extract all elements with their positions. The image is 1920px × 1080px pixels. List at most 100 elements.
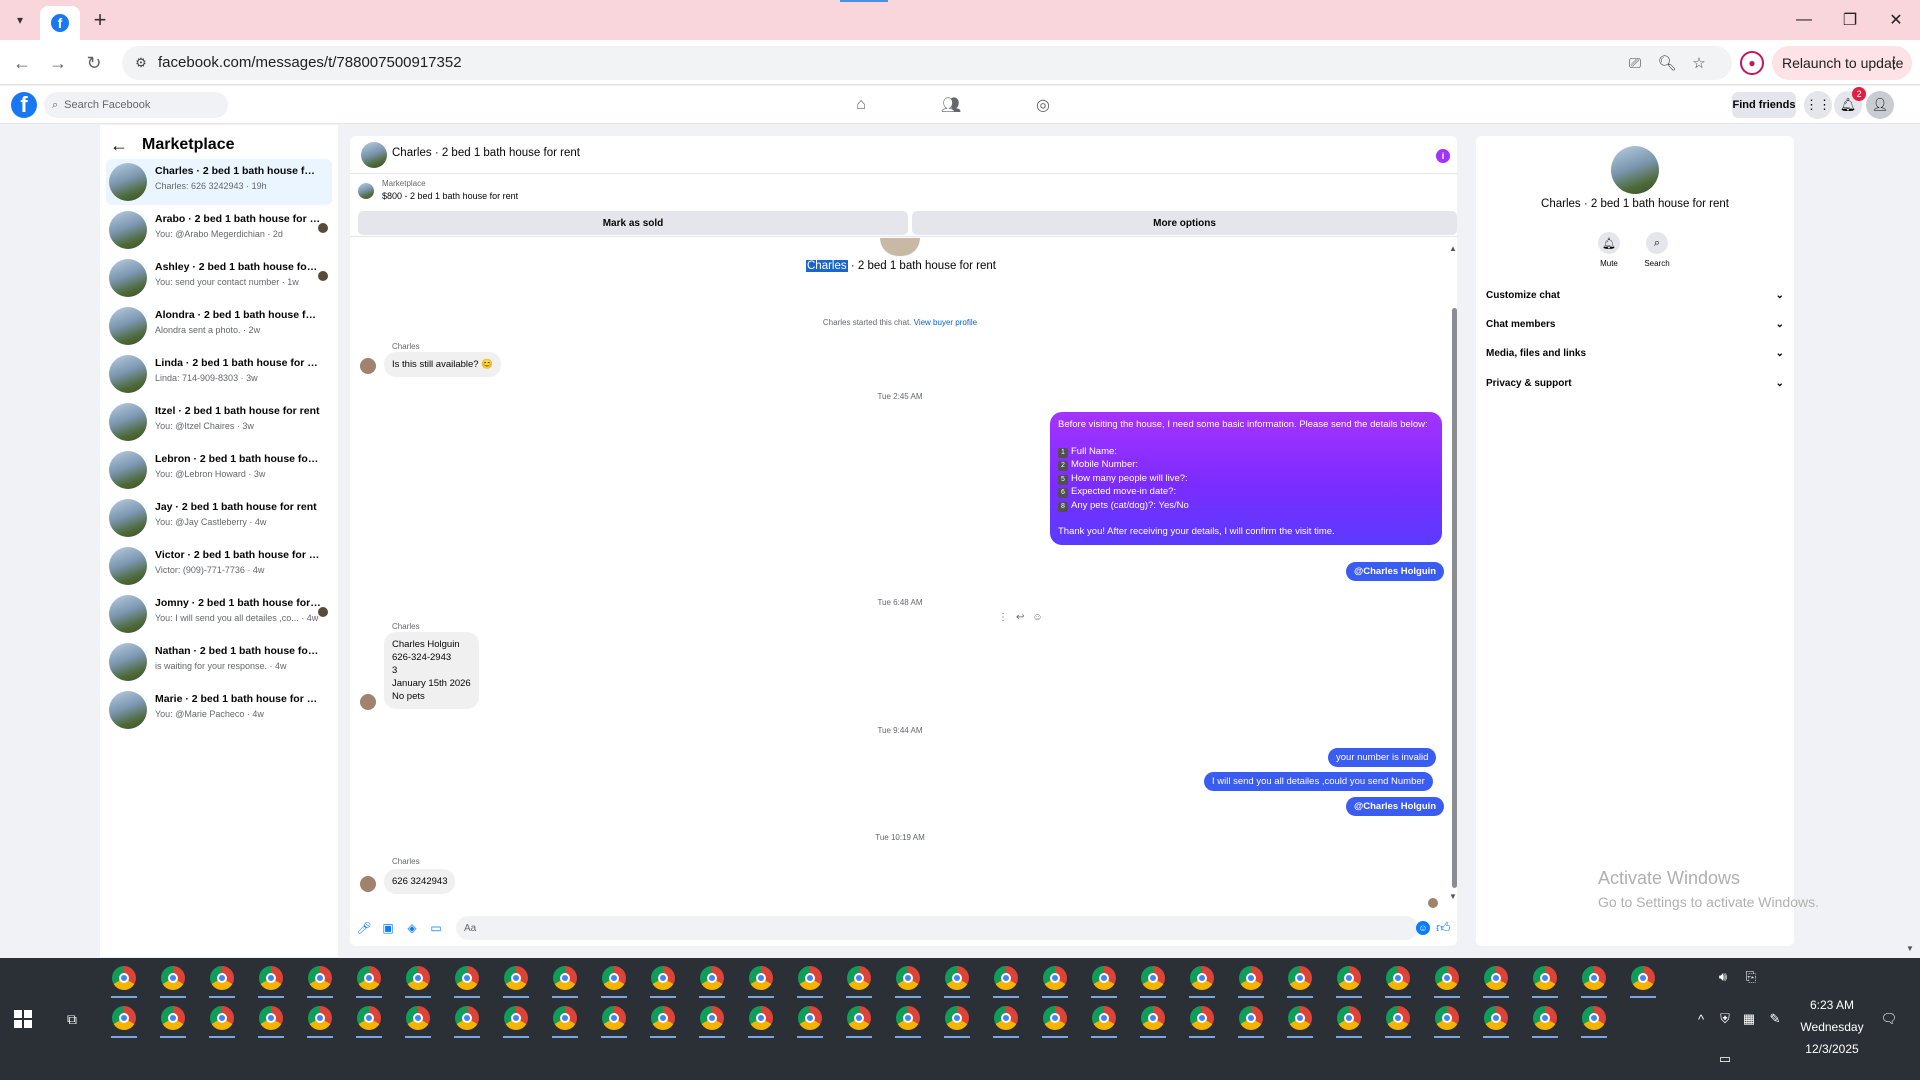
url-text[interactable]: facebook.com/messages/t/788007500917352 bbox=[158, 54, 462, 71]
more-icon[interactable]: ⋮ bbox=[998, 612, 1008, 623]
account-avatar-icon[interactable]: 👤︎ bbox=[1866, 91, 1894, 119]
tab-search-chevron-icon[interactable]: ▾ bbox=[8, 8, 32, 32]
chrome-taskbar-icon[interactable] bbox=[1386, 966, 1410, 990]
contact-avatar[interactable] bbox=[1611, 146, 1659, 194]
chrome-taskbar-icon[interactable] bbox=[504, 966, 528, 990]
info-icon[interactable]: i bbox=[1436, 149, 1450, 163]
chrome-taskbar-icon[interactable] bbox=[1092, 966, 1116, 990]
chrome-taskbar-icon[interactable] bbox=[1239, 966, 1263, 990]
conversation-item[interactable]: Ashley · 2 bed 1 bath house for r... You:… bbox=[106, 255, 332, 301]
facebook-tab[interactable]: f bbox=[40, 6, 80, 40]
conversation-item[interactable]: Jomny · 2 bed 1 bath house for r... You: … bbox=[106, 591, 332, 637]
emoji-icon[interactable]: ☺ bbox=[1416, 921, 1430, 935]
friends-icon[interactable]: 👥︎ bbox=[940, 94, 962, 116]
pen-icon[interactable]: ✎ bbox=[1766, 1010, 1784, 1028]
chrome-taskbar-icon[interactable] bbox=[1386, 1006, 1410, 1030]
address-bar[interactable]: ⚙ facebook.com/messages/t/78800750091735… bbox=[122, 46, 1732, 80]
conversation-item[interactable]: Victor · 2 bed 1 bath house for rent Vict… bbox=[106, 543, 332, 589]
profile-icon[interactable]: ● bbox=[1740, 51, 1764, 75]
close-window-icon[interactable]: ✕ bbox=[1880, 8, 1912, 32]
scroll-down-icon[interactable]: ▼ bbox=[1449, 892, 1457, 901]
chrome-taskbar-icon[interactable] bbox=[651, 966, 675, 990]
like-thumb-icon[interactable]: 👍︎ bbox=[1436, 919, 1451, 936]
chrome-taskbar-icon[interactable] bbox=[651, 1006, 675, 1030]
conversation-item[interactable]: Arabo · 2 bed 1 bath house for r... You: … bbox=[106, 207, 332, 253]
listing-price[interactable]: $800 - 2 bed 1 bath house for rent bbox=[382, 191, 518, 201]
taskbar-clock[interactable]: 6:23 AM Wednesday 12/3/2025 bbox=[1796, 994, 1868, 1060]
view-buyer-profile-link[interactable]: View buyer profile bbox=[914, 318, 977, 327]
page-scroll-down-icon[interactable]: ▼ bbox=[1906, 944, 1914, 953]
sender-avatar[interactable] bbox=[360, 694, 376, 710]
security-icon[interactable]: ⛨ bbox=[1716, 1010, 1734, 1028]
customize-chat-row[interactable]: Customize chat ⌄ bbox=[1486, 285, 1784, 305]
minimize-icon[interactable]: — bbox=[1788, 8, 1820, 32]
chrome-taskbar-icon[interactable] bbox=[1288, 966, 1312, 990]
conversation-item[interactable]: Alondra · 2 bed 1 bath house for r... Alo… bbox=[106, 303, 332, 349]
facebook-logo-icon[interactable]: f bbox=[11, 92, 37, 118]
chrome-taskbar-icon[interactable] bbox=[1092, 1006, 1116, 1030]
chrome-taskbar-icon[interactable] bbox=[1533, 966, 1557, 990]
chrome-taskbar-icon[interactable] bbox=[259, 1006, 283, 1030]
chrome-taskbar-icon[interactable] bbox=[1043, 966, 1067, 990]
menu-grid-icon[interactable]: ⋮⋮ bbox=[1804, 91, 1832, 119]
privacy-support-row[interactable]: Privacy & support ⌄ bbox=[1486, 373, 1784, 393]
incoming-message[interactable]: 626 3242943 bbox=[384, 869, 456, 894]
bookmark-star-icon[interactable]: ☆ bbox=[1688, 53, 1710, 73]
chrome-taskbar-icon[interactable] bbox=[504, 1006, 528, 1030]
facebook-search-input[interactable]: ⌕ Search Facebook bbox=[44, 92, 228, 118]
sender-avatar[interactable] bbox=[360, 876, 376, 892]
network-icon[interactable]: ⎘ bbox=[1742, 968, 1760, 986]
conversation-item[interactable]: Nathan · 2 bed 1 bath house for rent is w… bbox=[106, 639, 332, 685]
tray-app-icon[interactable]: ▦ bbox=[1740, 1010, 1758, 1028]
windows-start-icon[interactable] bbox=[14, 1010, 32, 1028]
chrome-taskbar-icon[interactable] bbox=[1239, 1006, 1263, 1030]
chat-scrollbar-thumb[interactable] bbox=[1452, 308, 1457, 888]
relaunch-button[interactable]: Relaunch to update ⋮ bbox=[1772, 46, 1912, 80]
sticker-icon[interactable]: ◈ bbox=[404, 920, 420, 936]
home-icon[interactable]: ⌂ bbox=[850, 94, 872, 116]
chrome-taskbar-icon[interactable] bbox=[896, 1006, 920, 1030]
site-info-icon[interactable]: ⚙ bbox=[132, 54, 150, 72]
conversation-item[interactable]: Itzel · 2 bed 1 bath house for rent You: … bbox=[106, 399, 332, 445]
chrome-taskbar-icon[interactable] bbox=[112, 1006, 136, 1030]
chrome-taskbar-icon[interactable] bbox=[798, 1006, 822, 1030]
chrome-taskbar-icon[interactable] bbox=[945, 966, 969, 990]
outgoing-message[interactable]: I will send you all detailes ,could you … bbox=[1204, 772, 1433, 791]
find-friends-button[interactable]: Find friends bbox=[1732, 92, 1796, 118]
chrome-taskbar-icon[interactable] bbox=[602, 1006, 626, 1030]
scroll-up-icon[interactable]: ▲ bbox=[1449, 244, 1457, 253]
photo-icon[interactable]: ▣ bbox=[380, 920, 396, 936]
chrome-taskbar-icon[interactable] bbox=[994, 966, 1018, 990]
chrome-taskbar-icon[interactable] bbox=[749, 966, 773, 990]
notifications-center-icon[interactable]: 🗨︎ bbox=[1880, 1010, 1898, 1028]
listing-thumbnail[interactable] bbox=[358, 183, 374, 199]
chrome-taskbar-icon[interactable] bbox=[553, 1006, 577, 1030]
chrome-taskbar-icon[interactable] bbox=[798, 966, 822, 990]
chrome-taskbar-icon[interactable] bbox=[455, 1006, 479, 1030]
chrome-taskbar-icon[interactable] bbox=[1043, 1006, 1067, 1030]
chrome-taskbar-icon[interactable] bbox=[847, 1006, 871, 1030]
chrome-taskbar-icon[interactable] bbox=[357, 1006, 381, 1030]
chrome-taskbar-icon[interactable] bbox=[1484, 966, 1508, 990]
chrome-taskbar-icon[interactable] bbox=[700, 966, 724, 990]
zoom-icon[interactable]: 🔍︎ bbox=[1656, 53, 1678, 73]
chrome-taskbar-icon[interactable] bbox=[1533, 1006, 1557, 1030]
chrome-taskbar-icon[interactable] bbox=[161, 1006, 185, 1030]
chrome-taskbar-icon[interactable] bbox=[1337, 966, 1361, 990]
reload-icon[interactable]: ↻ bbox=[82, 51, 106, 75]
outgoing-mention[interactable]: @Charles Holguin bbox=[1346, 797, 1445, 816]
task-view-icon[interactable]: ⧉ bbox=[62, 1010, 82, 1028]
react-icon[interactable]: ☺ bbox=[1032, 612, 1042, 623]
conversation-item[interactable]: Marie · 2 bed 1 bath house for rent You: … bbox=[106, 687, 332, 733]
chrome-taskbar-icon[interactable] bbox=[1435, 1006, 1459, 1030]
incoming-details-message[interactable]: Charles Holguin 626-324-2943 3 January 15th… bbox=[384, 632, 479, 709]
reply-icon[interactable]: ↩ bbox=[1016, 612, 1024, 623]
message-input[interactable]: Aa bbox=[456, 916, 1418, 940]
chrome-taskbar-icon[interactable] bbox=[406, 966, 430, 990]
chrome-taskbar-icon[interactable] bbox=[308, 1006, 332, 1030]
mark-as-sold-button[interactable]: Mark as sold bbox=[358, 211, 908, 235]
conversation-item[interactable]: Linda · 2 bed 1 bath house for rent Linda… bbox=[106, 351, 332, 397]
chrome-taskbar-icon[interactable] bbox=[553, 966, 577, 990]
chrome-taskbar-icon[interactable] bbox=[210, 966, 234, 990]
chrome-taskbar-icon[interactable] bbox=[1141, 1006, 1165, 1030]
